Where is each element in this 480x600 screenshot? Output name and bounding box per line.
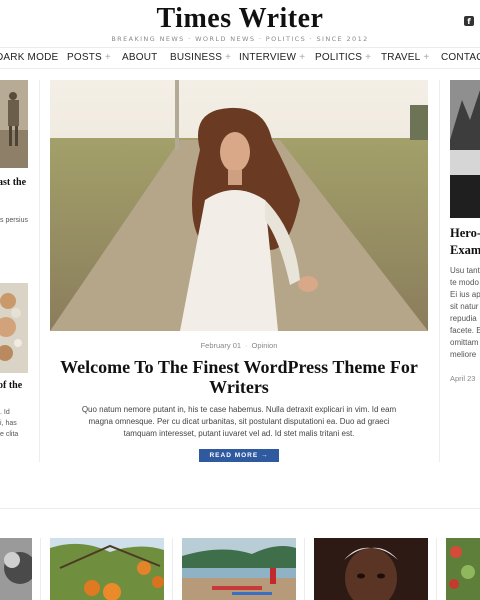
nav-item-dark-mode[interactable]: DARK MODE bbox=[0, 52, 58, 63]
right-excerpt-line: Usu tant bbox=[450, 266, 480, 275]
nav-item-travel[interactable]: TRAVEL + bbox=[381, 52, 429, 63]
submenu-plus-icon: + bbox=[423, 52, 430, 63]
right-excerpt-line: Ei ius ap bbox=[450, 290, 480, 299]
facebook-icon[interactable]: f bbox=[464, 16, 474, 26]
left-post-title-1[interactable]: ast the bbox=[0, 177, 26, 188]
right-post-title[interactable]: Hero- Exam bbox=[450, 225, 480, 259]
post-thumbnail-flowers[interactable] bbox=[0, 283, 28, 373]
read-more-button[interactable]: READ MORE → bbox=[199, 449, 279, 462]
nav-item-contact[interactable]: CONTACT bbox=[441, 52, 480, 63]
featured-post-meta: February 01 · Opinion bbox=[50, 341, 428, 350]
featured-post-image[interactable] bbox=[50, 80, 428, 331]
main-nav: DARK MODE POSTS + ABOUT BUSINESS + INTERVI… bbox=[0, 47, 480, 69]
right-excerpt-line: facete. E bbox=[450, 326, 480, 335]
submenu-plus-icon: + bbox=[104, 52, 111, 63]
post-thumbnail-soldier[interactable] bbox=[0, 80, 28, 168]
site-header: Times Writer BREAKING NEWS · WORLD NEWS … bbox=[0, 4, 480, 44]
right-post-title-line: Hero- bbox=[450, 226, 480, 240]
right-excerpt-line: meliore bbox=[450, 350, 477, 359]
right-post-date: April 23 bbox=[450, 374, 476, 383]
post-date: February 01 bbox=[200, 341, 242, 350]
nav-item-label: POLITICS bbox=[315, 52, 363, 63]
nav-item-about[interactable]: ABOUT bbox=[122, 52, 157, 63]
column-divider bbox=[172, 538, 173, 600]
meta-separator: · bbox=[245, 341, 248, 350]
right-post-title-line: Exam bbox=[450, 243, 480, 257]
nav-item-label: TRAVEL bbox=[381, 52, 421, 63]
right-excerpt-line: te modo bbox=[450, 278, 479, 287]
left-post-excerpt-2-line: e clita bbox=[0, 431, 19, 438]
left-post-title-2[interactable]: of the bbox=[0, 380, 22, 391]
nav-item-label: POSTS bbox=[67, 52, 102, 63]
submenu-plus-icon: + bbox=[365, 52, 372, 63]
site-tagline: BREAKING NEWS · WORLD NEWS · POLITICS · … bbox=[111, 35, 369, 43]
nav-item-posts[interactable]: POSTS + bbox=[67, 52, 111, 63]
right-excerpt-line: repudia bbox=[450, 314, 477, 323]
bottom-thumbnail-bw[interactable] bbox=[0, 538, 32, 600]
nav-item-label: DARK MODE bbox=[0, 52, 59, 63]
right-excerpt-line: sit natur bbox=[450, 302, 479, 311]
bottom-thumbnail-beach[interactable] bbox=[182, 538, 296, 600]
bottom-thumbnail-oranges[interactable] bbox=[50, 538, 164, 600]
nav-item-label: BUSINESS bbox=[170, 52, 223, 63]
nav-item-politics[interactable]: POLITICS + bbox=[315, 52, 371, 63]
left-post-column: ast the s persius of the . Id i, has e c… bbox=[0, 80, 40, 462]
site-logo-title[interactable]: Times Writer bbox=[0, 4, 480, 34]
column-divider bbox=[304, 538, 305, 600]
nav-item-business[interactable]: BUSINESS + bbox=[170, 52, 231, 63]
column-divider bbox=[436, 538, 437, 600]
nav-item-label: INTERVIEW bbox=[239, 52, 297, 63]
bottom-thumbnail-portrait[interactable] bbox=[314, 538, 428, 600]
column-divider bbox=[40, 538, 41, 600]
nav-item-interview[interactable]: INTERVIEW + bbox=[239, 52, 305, 63]
right-post-excerpt: Usu tant te modo Ei ius ap sit natur rep… bbox=[450, 265, 480, 361]
featured-post-excerpt: Quo natum nemore putant in, his te case … bbox=[81, 405, 397, 438]
featured-post-title[interactable]: Welcome To The Finest WordPress Theme Fo… bbox=[60, 357, 418, 397]
right-excerpt-line: omittam bbox=[450, 338, 479, 347]
nav-item-label: CONTACT bbox=[441, 52, 480, 63]
submenu-plus-icon: + bbox=[225, 52, 232, 63]
submenu-plus-icon: + bbox=[299, 52, 306, 63]
post-thumbnail-bw-landscape[interactable] bbox=[450, 80, 480, 218]
section-divider bbox=[0, 508, 480, 509]
nav-item-label: ABOUT bbox=[122, 52, 158, 63]
right-post-column: Hero- Exam Usu tant te modo Ei ius ap si… bbox=[439, 80, 480, 462]
left-post-excerpt-1: s persius bbox=[0, 217, 29, 224]
post-category-link[interactable]: Opinion bbox=[252, 341, 278, 350]
bottom-thumbnail-berries[interactable] bbox=[446, 538, 480, 600]
